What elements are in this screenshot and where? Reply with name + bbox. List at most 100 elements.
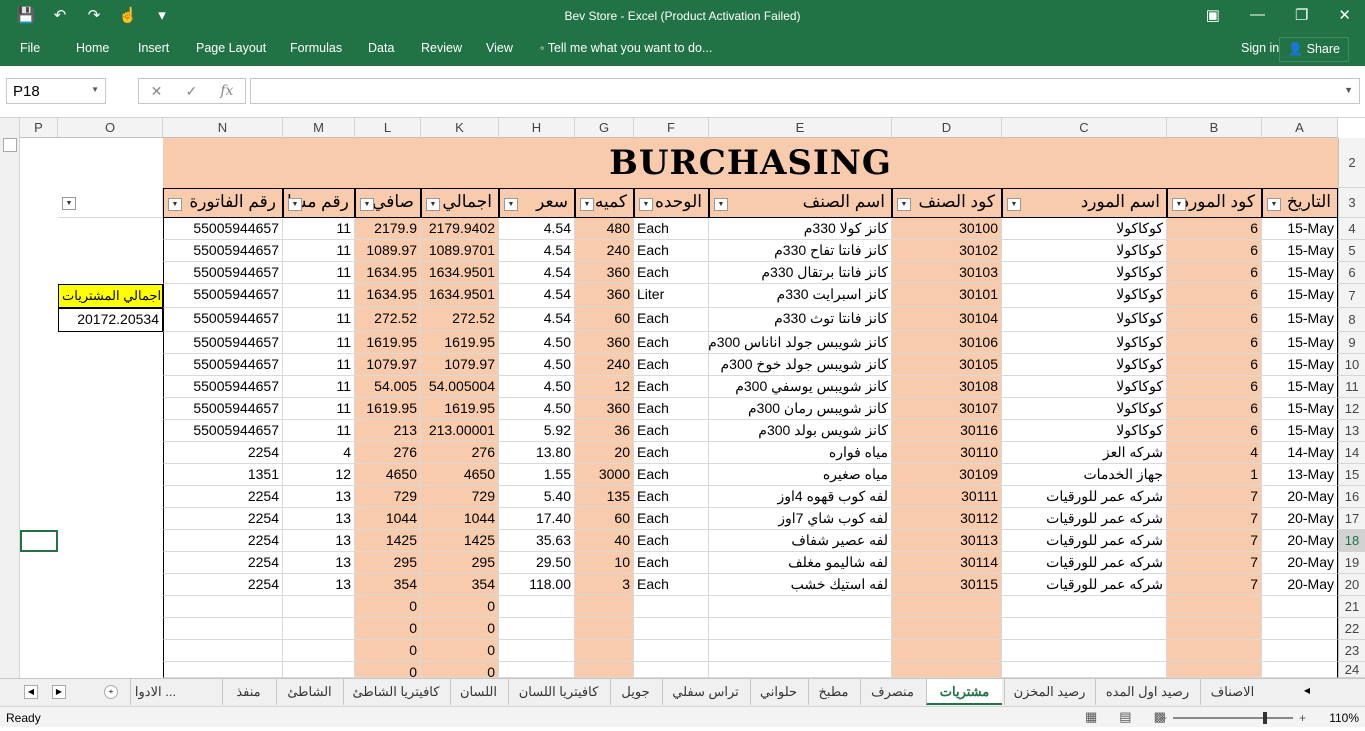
data-cell[interactable]: 13-May [1262,464,1338,486]
data-cell[interactable]: 15-May [1262,376,1338,398]
data-cell[interactable]: 729 [421,486,499,508]
data-cell[interactable]: 213.00001 [421,420,499,442]
data-cell[interactable] [1262,618,1338,640]
selected-cell-p18[interactable] [20,530,58,552]
sheet-tab[interactable]: الادوا ... [130,679,180,705]
zoom-level[interactable]: 110% [1329,711,1359,725]
data-cell[interactable]: 60 [575,308,634,332]
page-layout-view-icon[interactable]: ▤ [1119,709,1131,725]
data-cell[interactable] [634,662,709,678]
row-header-18[interactable]: 18 [1338,530,1365,552]
data-cell[interactable]: Each [634,442,709,464]
data-cell[interactable]: 11 [283,354,355,376]
data-cell[interactable]: 1079.97 [355,354,421,376]
data-cell[interactable]: 4.54 [499,240,575,262]
data-cell[interactable] [1167,618,1262,640]
data-cell[interactable]: 40 [575,530,634,552]
sheet-tab[interactable]: اللسان [450,679,506,705]
row-header-24[interactable]: 24 [1338,662,1365,678]
column-header-o[interactable]: O [58,118,163,138]
row-header-11[interactable]: 11 [1338,376,1365,398]
data-cell[interactable]: 15-May [1262,240,1338,262]
data-cell[interactable]: Each [634,354,709,376]
data-cell[interactable] [575,640,634,662]
data-cell[interactable]: كوكاكولا [1002,284,1167,308]
data-cell[interactable]: 4.54 [499,284,575,308]
data-cell[interactable] [499,640,575,662]
data-cell[interactable]: 35.63 [499,530,575,552]
data-cell[interactable] [1002,640,1167,662]
worksheet-grid[interactable]: BURCHASING P O N M L K H G F E D C B A 2 3 4 5 6 7 8 9 10 11 12 1… [0,118,1365,678]
row-header-16[interactable]: 16 [1338,486,1365,508]
share-button[interactable]: 👤 Share [1278,37,1349,62]
data-cell[interactable]: 4650 [421,464,499,486]
data-cell[interactable]: 12 [283,464,355,486]
column-header-m[interactable]: M [283,118,355,138]
data-cell[interactable]: 30110 [892,442,1002,464]
data-cell[interactable]: 15-May [1262,308,1338,332]
data-cell[interactable]: Each [634,398,709,420]
data-cell[interactable]: 1619.95 [421,332,499,354]
data-cell[interactable]: Each [634,574,709,596]
data-cell[interactable] [634,596,709,618]
data-cell[interactable]: 29.50 [499,552,575,574]
data-cell[interactable] [499,618,575,640]
tab-formulas[interactable]: Formulas [290,41,342,55]
ribbon-display-icon[interactable]: ▣ [1206,6,1220,24]
data-cell[interactable] [575,662,634,678]
data-cell[interactable]: شركه عمر للورقيات [1002,486,1167,508]
sheet-tab[interactable]: كافيتريا اللسان [508,679,608,705]
data-cell[interactable]: 11 [283,308,355,332]
data-cell[interactable]: 118.00 [499,574,575,596]
row-header-9[interactable]: 9 [1338,332,1365,354]
data-cell[interactable]: 0 [355,662,421,678]
zoom-slider[interactable] [1173,712,1294,724]
data-cell[interactable]: 4.50 [499,332,575,354]
data-cell[interactable]: كانز شويبس رمان 300م [709,398,892,420]
data-cell[interactable]: 10 [575,552,634,574]
data-cell[interactable]: 6 [1167,354,1262,376]
data-cell[interactable]: 30112 [892,508,1002,530]
row-header-19[interactable]: 19 [1338,552,1365,574]
sheet-tab[interactable]: رصيد المخزن [1004,679,1094,705]
column-header-e[interactable]: E [709,118,892,138]
data-cell[interactable]: 54.005004 [421,376,499,398]
data-cell[interactable] [283,618,355,640]
filter-dropdown-icon[interactable]: ▼ [1007,198,1021,211]
data-cell[interactable] [1002,662,1167,678]
data-cell[interactable]: 55005944657 [163,262,283,284]
data-cell[interactable]: Each [634,486,709,508]
data-cell[interactable]: كوكاكولا [1002,398,1167,420]
data-cell[interactable]: لفه كوب شاي 7اوز [709,508,892,530]
data-cell[interactable]: Each [634,218,709,240]
data-cell[interactable]: 15-May [1262,420,1338,442]
data-cell[interactable]: 1619.95 [421,398,499,420]
data-cell[interactable]: 2254 [163,530,283,552]
data-cell[interactable]: 55005944657 [163,284,283,308]
data-cell[interactable] [634,618,709,640]
tab-insert[interactable]: Insert [138,41,169,55]
data-cell[interactable]: 1351 [163,464,283,486]
data-cell[interactable]: 6 [1167,332,1262,354]
filter-dropdown-icon[interactable]: ▼ [714,198,728,211]
column-header-l[interactable]: L [355,118,421,138]
add-sheet-icon[interactable]: + [104,685,118,699]
column-header-b[interactable]: B [1167,118,1262,138]
zoom-knob[interactable] [1263,712,1268,724]
data-cell[interactable]: 30107 [892,398,1002,420]
data-cell[interactable]: 4.54 [499,308,575,332]
data-cell[interactable] [892,662,1002,678]
sheet-tab[interactable]: حلواني [750,679,806,705]
data-cell[interactable]: كانز شويس بولد 300م [709,420,892,442]
column-header-p[interactable]: P [20,118,58,138]
filter-dropdown-icon[interactable]: ▼ [288,198,302,211]
data-cell[interactable]: 729 [355,486,421,508]
data-cell[interactable]: شركه العز [1002,442,1167,464]
filter-dropdown-icon[interactable]: ▼ [168,198,182,211]
filter-dropdown-icon[interactable]: ▼ [360,198,374,211]
column-header-a[interactable]: A [1262,118,1338,138]
data-cell[interactable]: 36 [575,420,634,442]
data-cell[interactable]: 0 [421,618,499,640]
data-cell[interactable]: Each [634,464,709,486]
expand-icon[interactable]: ▼ [1344,85,1353,95]
